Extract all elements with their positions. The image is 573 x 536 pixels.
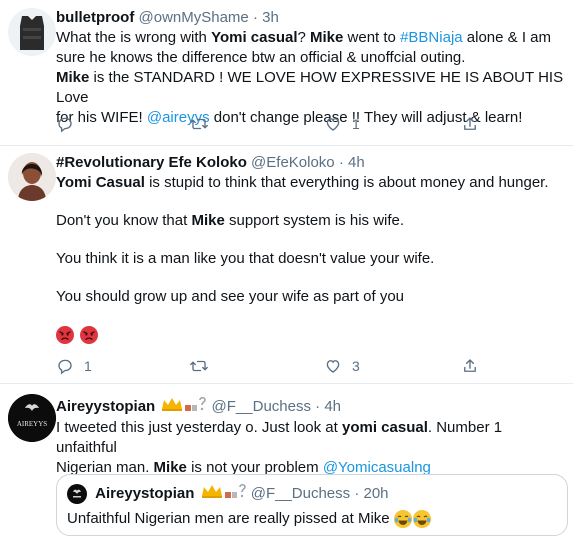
display-name[interactable]: bulletproof	[56, 9, 134, 26]
quoted-timestamp: 20h	[363, 484, 389, 502]
tweet-actions: 1	[56, 113, 536, 135]
quoted-tweet-text: Unfaithful Nigerian men are really pisse…	[67, 509, 431, 529]
bold-mention: Mike	[56, 69, 90, 86]
name-emoji-decoration	[201, 483, 247, 505]
retweet-icon	[190, 360, 208, 372]
text-line: sure he knows the difference btw an offi…	[56, 49, 466, 66]
emoji-row	[56, 325, 567, 345]
text-segment: went to	[343, 29, 401, 46]
angry-face-icon	[80, 326, 99, 345]
heart-icon	[326, 118, 340, 131]
crown-emoji-icon	[201, 483, 246, 498]
text-line: You should grow up and see your wife as …	[56, 288, 405, 305]
tears-of-joy-icon	[412, 510, 431, 529]
aireyys-logo-icon	[73, 489, 81, 498]
like-count: 1	[352, 116, 360, 132]
text-segment: ?	[297, 29, 311, 46]
timestamp[interactable]: 3h	[262, 9, 279, 26]
avatar-bulletproof[interactable]	[8, 8, 56, 56]
bold-mention: Mike	[191, 212, 225, 229]
hashtag-link[interactable]: #BBNiaja	[400, 29, 463, 46]
tweet-text: Yomi Casual is stupid to think that ever…	[56, 173, 567, 345]
avatar-efe-koloko[interactable]	[8, 153, 56, 201]
retweet-icon	[190, 118, 208, 130]
text-segment: is stupid to think that everything is ab…	[144, 174, 549, 191]
timestamp[interactable]: 4h	[348, 154, 365, 171]
tweet-header: Aireyystopian @F__Duchess · 4h	[56, 396, 567, 418]
avatar-logo-text: AIREYYS	[17, 420, 47, 428]
tweet-header: #Revolutionary Efe Koloko @EfeKoloko · 4…	[56, 153, 567, 173]
tears-of-joy-icon	[393, 510, 412, 529]
bold-mention: Yomi casual	[211, 29, 298, 46]
separator-dot: ·	[354, 484, 360, 502]
text-segment: alone & I am	[462, 29, 552, 46]
angry-face-icon	[56, 326, 74, 345]
retweet-button[interactable]	[189, 113, 219, 135]
user-handle[interactable]: @F__Duchess	[212, 398, 311, 415]
text-segment: Don't you know that	[56, 212, 192, 229]
bulletproof-vest-icon	[20, 16, 44, 50]
heart-icon	[326, 360, 340, 373]
share-icon	[464, 359, 476, 372]
tweet-efe-koloko[interactable]: #Revolutionary Efe Koloko @EfeKoloko · 4…	[0, 146, 573, 384]
timestamp[interactable]: 4h	[324, 398, 341, 415]
reply-count: 1	[84, 358, 92, 374]
quoted-avatar	[67, 484, 87, 504]
share-icon	[464, 117, 476, 130]
separator-dot: ·	[315, 397, 321, 415]
quoted-text: Unfaithful Nigerian men are really pisse…	[67, 510, 390, 527]
retweet-button[interactable]	[189, 355, 219, 377]
bold-mention: Mike	[310, 29, 344, 46]
quoted-tweet-header: Aireyystopian @F__Duchess · 20h	[67, 483, 389, 505]
display-name[interactable]: Aireyystopian	[56, 398, 155, 415]
aireyys-logo-icon: AIREYYS	[8, 394, 56, 442]
name-emoji-decoration	[161, 396, 207, 418]
reply-icon	[58, 117, 72, 133]
bold-mention: yomi casual	[341, 419, 428, 436]
reply-icon	[58, 359, 72, 375]
reply-button[interactable]: 1	[56, 355, 92, 377]
share-button[interactable]	[461, 113, 489, 135]
separator-dot: ·	[338, 154, 344, 171]
tweet-aireyystopian[interactable]: AIREYYS Aireyystopian @F__Duchess · 4h I…	[0, 384, 573, 536]
avatar-aireyystopian[interactable]: AIREYYS	[8, 394, 56, 442]
tweet-bulletproof[interactable]: bulletproof @ownMyShame · 3h What the is…	[0, 0, 573, 146]
profile-photo-icon	[8, 153, 56, 201]
tweet-header: bulletproof @ownMyShame · 3h	[56, 8, 567, 28]
quoted-display-name: Aireyystopian	[95, 484, 195, 502]
tweet-text: I tweeted this just yesterday o. Just lo…	[56, 418, 567, 478]
tweet-actions: 1 3	[56, 355, 536, 377]
text-segment: support system is his wife.	[224, 212, 405, 229]
like-button[interactable]: 3	[324, 355, 360, 377]
text-segment: What the is wrong with	[56, 29, 212, 46]
user-handle[interactable]: @ownMyShame	[139, 9, 249, 26]
bold-mention: Yomi Casual	[56, 174, 145, 191]
quoted-tweet[interactable]: Aireyystopian @F__Duchess · 20h Unfaithf…	[56, 474, 568, 536]
text-line: You think it is a man like you that does…	[56, 250, 435, 267]
like-count: 3	[352, 358, 360, 374]
text-segment: is the STANDARD ! WE LOVE HOW EXPRESSIVE…	[56, 69, 564, 106]
display-name[interactable]: #Revolutionary Efe Koloko	[56, 154, 247, 171]
text-segment: I tweeted this just yesterday o. Just lo…	[56, 419, 342, 436]
like-button[interactable]: 1	[324, 113, 360, 135]
user-handle[interactable]: @EfeKoloko	[251, 154, 335, 171]
reply-button[interactable]	[56, 113, 84, 135]
quoted-user-handle: @F__Duchess	[250, 484, 351, 502]
share-button[interactable]	[461, 355, 489, 377]
crown-emoji-icon	[162, 396, 207, 411]
separator-dot: ·	[252, 9, 258, 26]
